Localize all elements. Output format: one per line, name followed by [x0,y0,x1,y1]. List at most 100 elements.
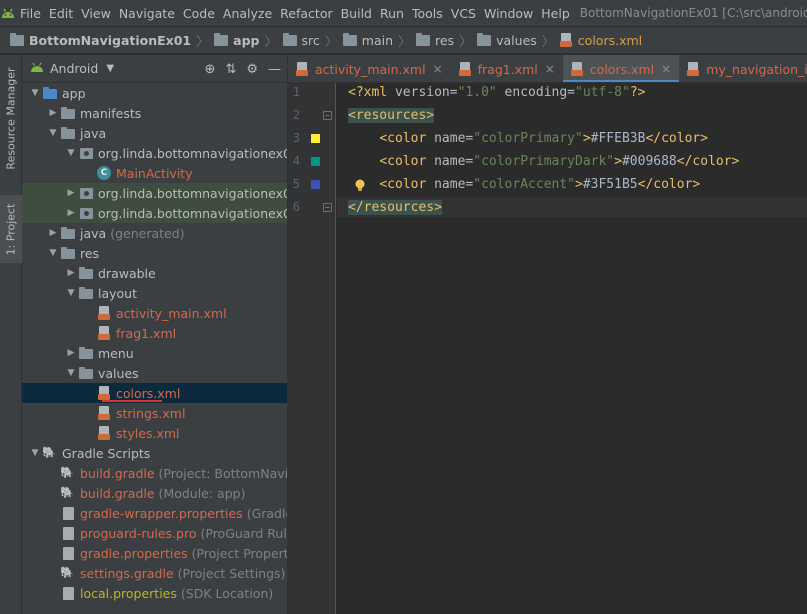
tree-item-detail: (SDK Location) [180,585,274,601]
breadcrumb-src[interactable]: src [281,32,322,48]
chevron-down-icon[interactable]: ▼ [106,63,114,74]
collapse-arrow-icon[interactable]: ▶ [64,268,78,278]
gear-icon[interactable]: ⚙ [246,62,258,77]
tree-item-detail: (Module: app) [158,485,246,501]
color-swatch-primary-dark[interactable] [311,157,320,166]
breadcrumb-project[interactable]: BottomNavigationEx01 [8,32,193,48]
collapse-arrow-icon[interactable]: ▶ [64,348,78,358]
properties-file-icon [60,585,76,601]
tree-activity-main-xml[interactable]: activity_main.xml [22,303,287,323]
tree-styles-xml[interactable]: styles.xml [22,423,287,443]
expand-arrow-icon[interactable]: ▼ [28,88,42,98]
tree-drawable[interactable]: ▶ drawable [22,263,287,283]
tree-res[interactable]: ▼ res [22,243,287,263]
fold-toggle-icon[interactable]: − [323,203,332,212]
project-tool-label: 1: Project [4,203,18,255]
menu-analyze[interactable]: Analyze [219,6,276,21]
tree-colors-xml[interactable]: colors.xml [22,383,287,403]
tree-gradle-scripts[interactable]: ▼ 🐘 Gradle Scripts [22,443,287,463]
expand-arrow-icon[interactable]: ▼ [64,288,78,298]
tree-build-gradle-project[interactable]: 🐘 build.gradle(Project: BottomNavigationE [22,463,287,483]
xml-file-icon [96,325,112,341]
tree-package-androidtest[interactable]: ▶org.linda.bottomnavigationex01(andr [22,183,287,203]
project-view-selector[interactable]: Android [50,61,98,76]
tab-activity-main[interactable]: activity_main.xml × [288,55,451,82]
xml-file-icon [96,305,112,321]
tree-package-test[interactable]: ▶org.linda.bottomnavigationex01(test) [22,203,287,223]
menu-refactor[interactable]: Refactor [276,6,336,21]
tab-colors[interactable]: colors.xml × [562,55,680,82]
menu-tools[interactable]: Tools [408,6,447,21]
collapse-arrow-icon[interactable]: ▶ [64,188,78,198]
code-line-1: <?xml version="1.0" encoding="utf-8"?> [348,85,646,100]
tree-build-gradle-module[interactable]: 🐘 build.gradle (Module: app) [22,483,287,503]
breadcrumb-colors-xml[interactable]: colors.xml [558,33,644,48]
menu-navigate[interactable]: Navigate [115,6,179,21]
tree-proguard[interactable]: proguard-rules.pro(ProGuard Rules for a [22,523,287,543]
breadcrumb-separator: 〉 [324,34,338,50]
tree-menu[interactable]: ▶ menu [22,343,287,363]
tree-gradle-wrapper[interactable]: gradle-wrapper.properties(Gradle Version [22,503,287,523]
collapse-arrow-icon[interactable]: ▶ [64,208,78,218]
locate-file-icon[interactable]: ⊕ [205,62,216,77]
breadcrumb-separator: 〉 [459,34,473,50]
expand-arrow-icon[interactable]: ▼ [46,128,60,138]
expand-arrow-icon[interactable]: ▼ [64,148,78,158]
collapse-arrow-icon[interactable]: ▶ [46,108,60,118]
breadcrumb-app[interactable]: app [212,32,261,48]
breadcrumb-src-label: src [301,32,320,48]
folder-icon [78,285,94,301]
tree-layout[interactable]: ▼ layout [22,283,287,303]
xml-file-icon [296,62,309,76]
code-line-4: <color name="colorPrimaryDark">#009688</… [379,154,740,169]
fold-toggle-icon[interactable]: − [323,111,332,120]
menu-window[interactable]: Window [480,6,537,21]
xml-file-icon [96,405,112,421]
editor-gutter: 1 2 3 4 5 6 − − [288,83,336,614]
expand-arrow-icon[interactable]: ▼ [64,368,78,378]
tab-my-navigation-item[interactable]: my_navigation_item.xml × [679,55,807,82]
close-icon[interactable]: × [661,62,671,76]
tree-java-generated[interactable]: ▶ java (generated) [22,223,287,243]
tree-mainactivity[interactable]: C MainActivity [22,163,287,183]
close-icon[interactable]: × [545,62,555,76]
tree-java[interactable]: ▼ java [22,123,287,143]
breadcrumb-app-label: app [233,32,260,48]
menu-code[interactable]: Code [179,6,219,21]
menu-edit[interactable]: Edit [45,6,77,21]
tab-frag1[interactable]: frag1.xml × [451,55,563,82]
menu-view[interactable]: View [77,6,115,21]
tree-frag1-xml[interactable]: frag1.xml [22,323,287,343]
color-swatch-primary[interactable] [311,134,320,143]
breadcrumb-res[interactable]: res [414,32,456,48]
close-icon[interactable]: × [433,62,443,76]
menu-build[interactable]: Build [337,6,376,21]
tree-settings-gradle[interactable]: 🐘 settings.gradle (Project Settings) [22,563,287,583]
hide-panel-icon[interactable]: — [268,62,281,77]
menu-run[interactable]: Run [376,6,408,21]
tree-app[interactable]: ▼ app [22,83,287,103]
resource-manager-tab[interactable]: Resource Manager [0,59,22,177]
breadcrumb-main[interactable]: main [341,32,395,48]
color-swatch-accent[interactable] [311,180,320,189]
collapse-all-icon[interactable]: ⇅ [225,62,236,77]
menu-help[interactable]: Help [537,6,574,21]
tree-strings-xml[interactable]: strings.xml [22,403,287,423]
tree-manifests[interactable]: ▶ manifests [22,103,287,123]
menu-file[interactable]: File [16,6,45,21]
tree-local-properties[interactable]: local.properties (SDK Location) [22,583,287,603]
class-icon: C [96,165,112,181]
tree-values[interactable]: ▼ values [22,363,287,383]
line-number: 6 [292,200,300,214]
expand-arrow-icon[interactable]: ▼ [28,448,42,458]
tree-item-label: values [98,365,139,381]
code-editor[interactable]: 1 2 3 4 5 6 − − <?xml version="1.0" enco… [288,83,807,614]
project-tool-tab[interactable]: 1: Project [0,195,22,263]
tree-gradle-properties[interactable]: gradle.properties(Project Properties) [22,543,287,563]
code-line-6: </resources> [348,200,442,215]
tree-package-main[interactable]: ▼ org.linda.bottomnavigationex01 [22,143,287,163]
breadcrumb-values[interactable]: values [475,32,539,48]
collapse-arrow-icon[interactable]: ▶ [46,228,60,238]
menu-vcs[interactable]: VCS [447,6,480,21]
expand-arrow-icon[interactable]: ▼ [46,248,60,258]
